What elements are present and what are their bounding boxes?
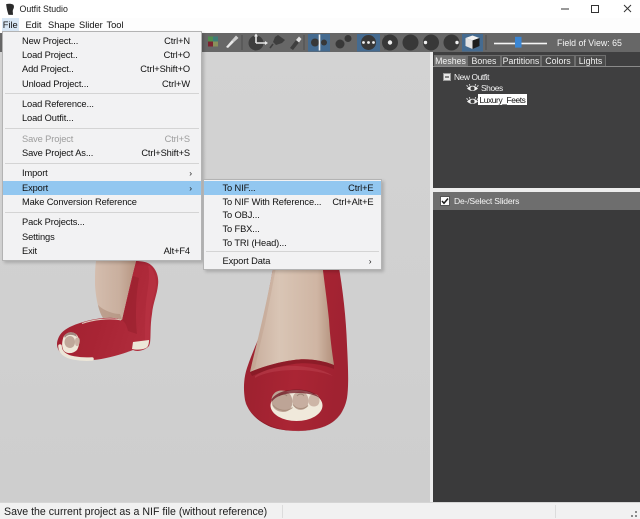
svg-text:Field of View: 65: Field of View: 65	[557, 38, 622, 48]
